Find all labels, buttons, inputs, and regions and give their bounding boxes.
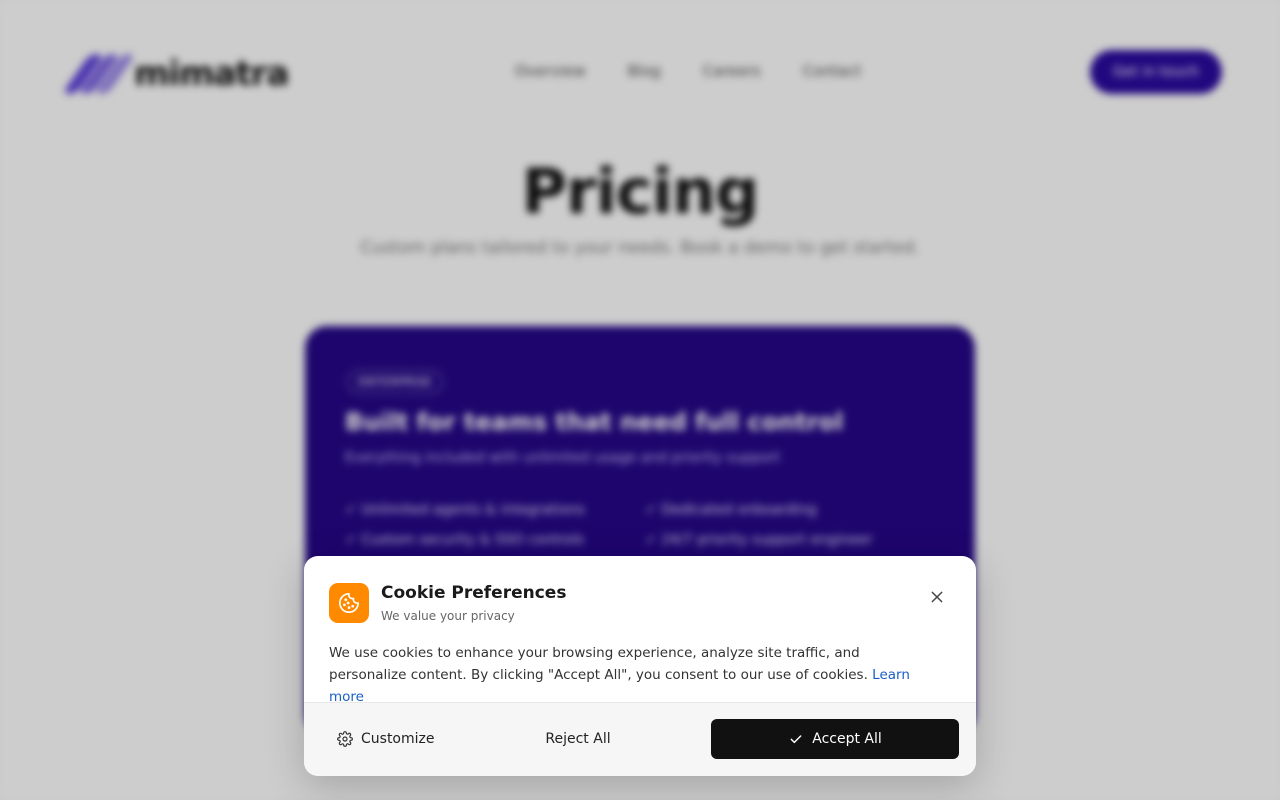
dialog-subtitle: We value your privacy	[381, 609, 515, 623]
gear-icon	[337, 731, 353, 747]
reject-all-label: Reject All	[545, 731, 611, 747]
cookie-dialog: Cookie Preferences We value your privacy…	[304, 556, 976, 776]
check-icon	[790, 735, 802, 744]
customize-button[interactable]: Customize	[329, 719, 479, 759]
accept-all-label: Accept All	[812, 731, 882, 747]
dialog-footer: Customize Reject All Accept All	[304, 702, 976, 776]
close-icon	[931, 591, 943, 603]
dialog-body: We use cookies to enhance your browsing …	[329, 642, 939, 708]
customize-label: Customize	[361, 731, 435, 747]
close-button[interactable]	[924, 584, 950, 610]
reject-all-button[interactable]: Reject All	[504, 719, 652, 759]
accept-all-button[interactable]: Accept All	[711, 719, 959, 759]
cookie-icon	[329, 583, 369, 623]
dialog-title: Cookie Preferences	[381, 583, 567, 603]
dialog-body-text: We use cookies to enhance your browsing …	[329, 645, 868, 683]
